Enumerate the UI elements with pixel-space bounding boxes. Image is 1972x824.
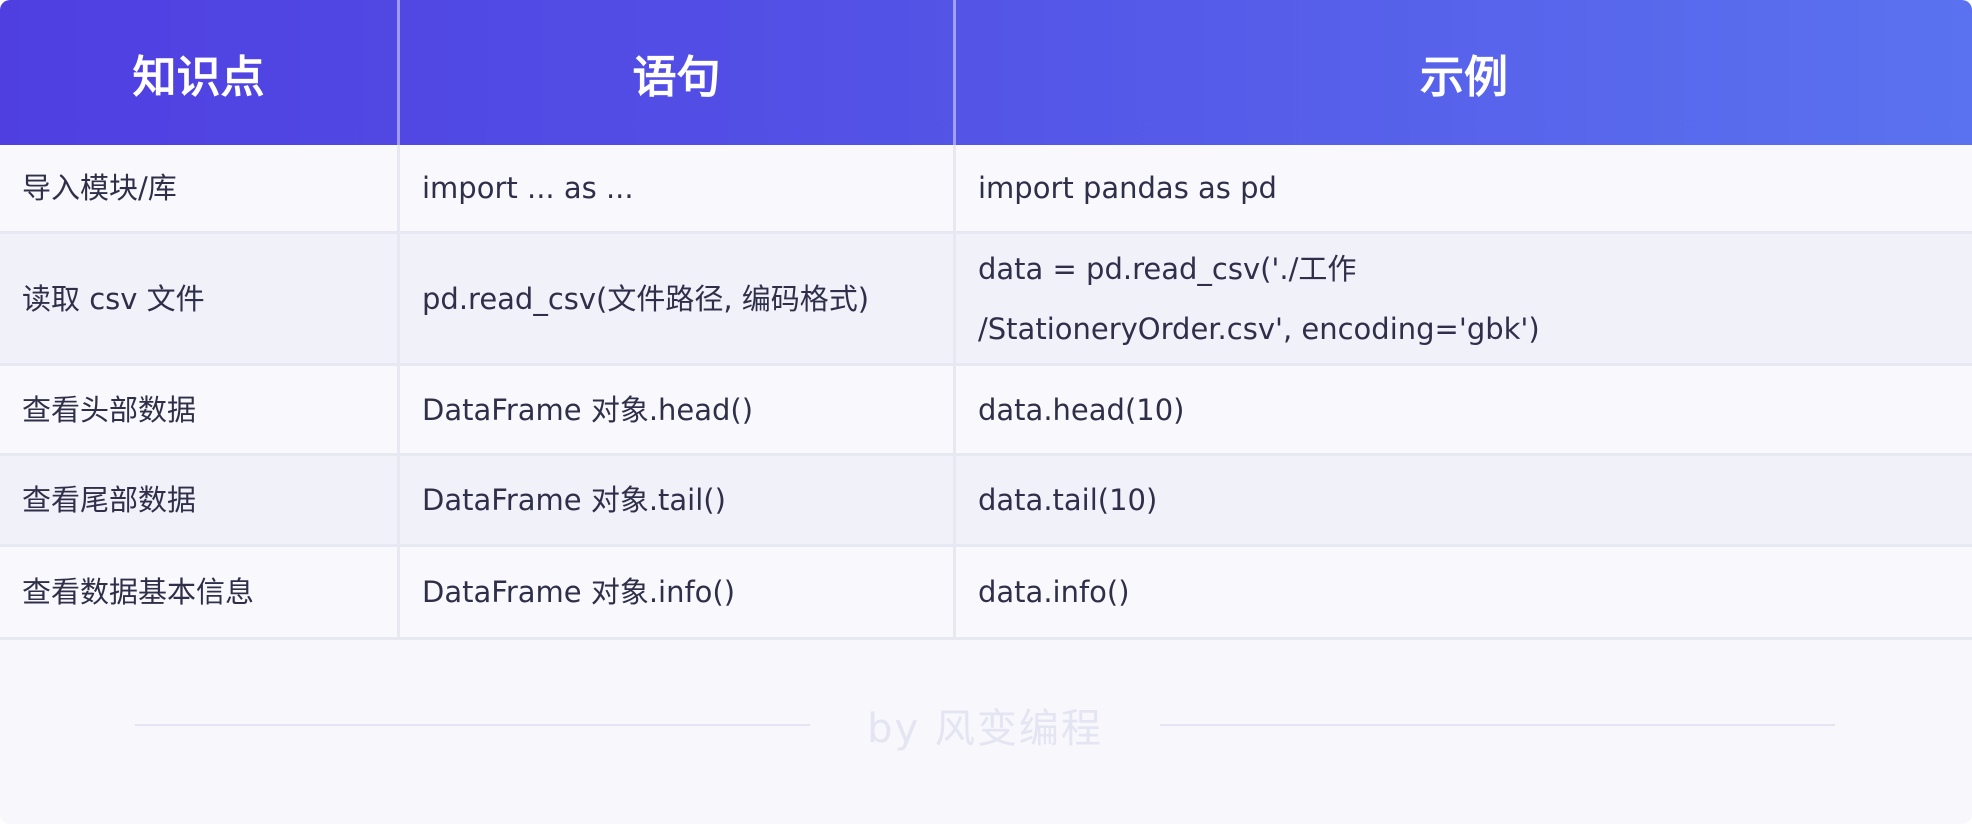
footer-divider-right [1160,724,1835,726]
header-statement: 语句 [397,0,953,145]
topic-text: 导入模块/库 [22,171,177,205]
cell-statement: pd.read_csv(文件路径, 编码格式) [397,234,953,363]
table-row: 读取 csv 文件 pd.read_csv(文件路径, 编码格式) data =… [0,234,1972,366]
table-row: 查看头部数据 DataFrame 对象.head() data.head(10) [0,366,1972,456]
footer-credit: by 风变编程 [867,706,1103,752]
table-row: 查看数据基本信息 DataFrame 对象.info() data.info() [0,547,1972,640]
cell-example: data.head(10) [953,366,1972,453]
example-text: data.info() [978,575,1130,609]
cell-topic: 查看头部数据 [0,366,397,453]
example-text-line-2: /StationeryOrder.csv', encoding='gbk') [978,311,1540,346]
cell-statement: DataFrame 对象.tail() [397,456,953,544]
example-multiline: data = pd.read_csv('./工作 /StationeryOrde… [978,239,1540,359]
cell-statement: import ... as ... [397,145,953,231]
statement-text: DataFrame 对象.head() [422,392,754,427]
topic-text: 查看头部数据 [22,392,197,427]
footer-watermark: by 风变编程 [0,680,1972,770]
cell-topic: 查看尾部数据 [0,456,397,544]
statement-text: import ... as ... [422,171,634,205]
example-text: data.tail(10) [978,483,1158,517]
header-example: 示例 [953,0,1972,145]
cell-statement: DataFrame 对象.head() [397,366,953,453]
cell-topic: 导入模块/库 [0,145,397,231]
statement-text: DataFrame 对象.info() [422,575,736,609]
example-text: import pandas as pd [978,171,1277,205]
cell-statement: DataFrame 对象.info() [397,547,953,637]
cell-topic: 读取 csv 文件 [0,234,397,363]
cell-topic: 查看数据基本信息 [0,547,397,637]
topic-text: 查看数据基本信息 [22,575,255,609]
statement-text: pd.read_csv(文件路径, 编码格式) [422,281,870,316]
topic-text: 读取 csv 文件 [22,281,205,316]
table-header: 知识点 语句 示例 [0,0,1972,145]
header-topic: 知识点 [132,51,265,103]
table-body: 导入模块/库 import ... as ... import pandas a… [0,145,1972,640]
table-row: 导入模块/库 import ... as ... import pandas a… [0,145,1972,234]
example-text-line-1: data = pd.read_csv('./工作 [978,251,1357,286]
example-text: data.head(10) [978,392,1185,427]
statement-text: DataFrame 对象.tail() [422,483,726,517]
cell-example: data.tail(10) [953,456,1972,544]
cell-example: import pandas as pd [953,145,1972,231]
table-row: 查看尾部数据 DataFrame 对象.tail() data.tail(10) [0,456,1972,547]
footer-divider-left [135,724,810,726]
summary-card: 知识点 语句 示例 导入模块/库 import ... as ... impor… [0,0,1972,824]
cell-example: data = pd.read_csv('./工作 /StationeryOrde… [953,234,1972,363]
cell-example: data.info() [953,547,1972,637]
topic-text: 查看尾部数据 [22,483,197,517]
